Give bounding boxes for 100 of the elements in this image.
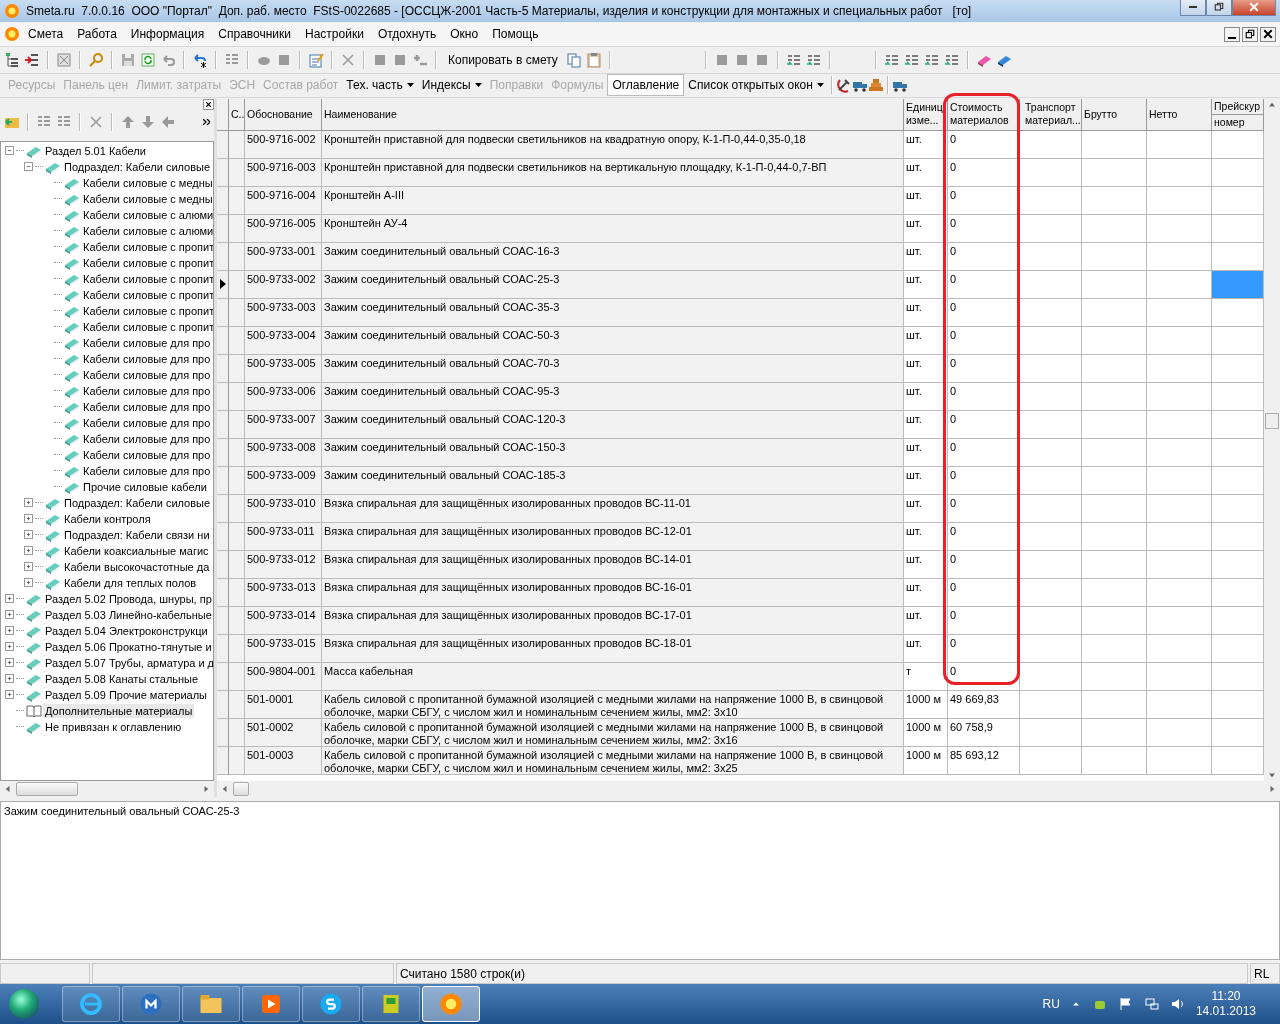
tree-item[interactable]: Раздел 5.04 Электроконструкци (43, 623, 210, 638)
tree-icon[interactable] (4, 51, 20, 68)
row-indicator-cell[interactable] (217, 242, 229, 271)
expand-toggle[interactable] (5, 626, 14, 636)
column-header[interactable]: Брутто (1082, 98, 1147, 131)
row-indicator-cell[interactable] (217, 186, 229, 215)
clock[interactable]: 11:20 14.01.2013 (1195, 989, 1256, 1020)
column-header[interactable]: Единиц изме... (904, 98, 948, 131)
save-icon[interactable] (120, 51, 136, 68)
column-header[interactable]: Нетто (1147, 98, 1212, 131)
close-button[interactable] (1260, 26, 1276, 42)
restore-button[interactable] (1206, 0, 1232, 16)
row-indicator-cell[interactable] (217, 522, 229, 551)
tree-item[interactable]: Кабели силовые для про (81, 399, 213, 414)
expand-toggle[interactable] (24, 546, 33, 556)
tree-item[interactable]: Кабели для теплых полов (62, 575, 199, 590)
taskbar-button[interactable] (422, 986, 480, 1023)
tree-item[interactable]: Кабели силовые с медны (81, 175, 213, 190)
up-arrow-icon[interactable] (120, 113, 136, 130)
tree-item[interactable]: Кабели силовые для про (81, 415, 213, 430)
taskbar-button[interactable] (62, 986, 120, 1023)
tree-item[interactable]: Кабели коаксиальные магис (62, 543, 211, 558)
app-logo-icon[interactable] (4, 26, 20, 43)
expand-toggle[interactable] (24, 530, 33, 540)
collapse-toggle[interactable] (24, 162, 33, 172)
menu-item[interactable]: Отдохнуть (371, 25, 443, 44)
menu-item[interactable]: Работа (71, 25, 123, 44)
network-icon[interactable] (1143, 996, 1160, 1013)
row-indicator-cell[interactable] (217, 718, 229, 747)
copy-icon[interactable] (565, 51, 582, 68)
delete-icon[interactable] (88, 113, 104, 130)
row-indicator-cell[interactable] (217, 326, 229, 355)
column-header[interactable]: Стоимость материалов (948, 98, 1020, 131)
tree-item[interactable]: Кабели силовые для про (81, 383, 213, 398)
minimize-button[interactable] (1180, 0, 1206, 16)
row-indicator-cell[interactable] (217, 298, 229, 327)
expand-toggle[interactable] (24, 562, 33, 572)
expand-toggle[interactable] (24, 514, 33, 524)
copy-to-estimate-button[interactable]: Копировать в смету (444, 50, 562, 69)
tree-item[interactable]: Дополнительные материалы (43, 703, 195, 718)
menu-item[interactable]: Информация (124, 25, 211, 44)
flag-icon[interactable] (1117, 996, 1134, 1013)
tree-item[interactable]: Кабели силовые для про (81, 463, 213, 478)
down-arrow-icon[interactable] (140, 113, 156, 130)
expand-toggle[interactable] (5, 594, 14, 604)
toolbar-tab[interactable]: Тех. часть (342, 75, 418, 96)
expand-toggle[interactable] (24, 578, 33, 588)
tree-item[interactable]: Кабели силовые для про (81, 367, 213, 382)
taskbar-button[interactable] (302, 986, 360, 1023)
tree-item[interactable]: Прочие силовые кабели (81, 479, 209, 494)
tree-item[interactable]: Раздел 5.06 Прокатно-тянутые и (43, 639, 213, 654)
tree-item[interactable]: Кабели силовые с медны (81, 191, 213, 206)
column-header[interactable]: Обоснование (245, 98, 322, 131)
expand-toggle[interactable] (5, 658, 14, 668)
taskbar-button[interactable] (122, 986, 180, 1023)
taskbar-button[interactable] (362, 986, 420, 1023)
menu-item[interactable]: Справочники (212, 25, 298, 44)
tree-item[interactable]: Не привязан к оглавлению (43, 719, 184, 734)
column-header[interactable]: Наименование (322, 98, 904, 131)
toolbar-tab[interactable]: Оглавление (607, 74, 685, 97)
row-indicator-cell[interactable] (217, 550, 229, 579)
row-indicator-cell[interactable] (217, 354, 229, 383)
toolbar-tab[interactable]: Индексы (417, 75, 486, 96)
row-indicator-cell[interactable] (217, 634, 229, 663)
menu-item[interactable]: Окно (444, 25, 485, 44)
expand-toggle[interactable] (5, 642, 14, 652)
menu-item[interactable]: Смета (22, 25, 70, 44)
tree-item[interactable]: Подраздел: Кабели силовые (62, 495, 213, 510)
row-indicator-cell[interactable] (217, 130, 229, 159)
scroll-thumb[interactable] (233, 781, 249, 796)
undo-icon[interactable] (192, 51, 208, 68)
row-indicator-cell[interactable] (217, 158, 229, 187)
tree-item[interactable]: Раздел 5.02 Провода, шнуры, пр (43, 591, 213, 606)
row-indicator-cell[interactable] (217, 270, 229, 299)
tree-item[interactable]: Раздел 5.03 Линейно-кабельные (43, 607, 213, 622)
search-icon[interactable] (88, 51, 104, 68)
scroll-thumb[interactable] (1265, 412, 1279, 429)
grid-icon[interactable] (56, 51, 72, 68)
expand-toggle[interactable] (5, 674, 14, 684)
clipboard-icon[interactable] (585, 51, 602, 68)
row-indicator-cell[interactable] (217, 662, 229, 691)
tree-item[interactable]: Раздел 5.08 Канаты стальные (43, 671, 201, 686)
language-indicator[interactable]: RU (1042, 997, 1060, 1012)
tree-item[interactable]: Подраздел: Кабели связи ни (62, 527, 212, 542)
column-header[interactable]: Транспорт материал... (1020, 98, 1082, 131)
toolbar-tab[interactable]: Список открытых окон (684, 75, 828, 96)
taskbar-button[interactable] (182, 986, 240, 1023)
tree-item[interactable]: Кабели высокочастотные да (62, 559, 212, 574)
minimize-button[interactable] (1224, 26, 1240, 42)
taskbar-button[interactable] (242, 986, 300, 1023)
expand-toggle[interactable] (24, 498, 33, 508)
tree-item[interactable]: Кабели силовые для про (81, 431, 213, 446)
more-button[interactable] (203, 118, 210, 125)
tree-item[interactable]: Раздел 5.07 Трубы, арматура и д (43, 655, 213, 670)
row-indicator-cell[interactable] (217, 382, 229, 411)
tree-item[interactable]: Кабели силовые для про (81, 447, 213, 462)
row-indicator-cell[interactable] (217, 466, 229, 495)
scroll-thumb[interactable] (16, 781, 78, 796)
row-indicator-cell[interactable] (217, 690, 229, 719)
tree-item[interactable]: Кабели силовые с алюми (81, 207, 213, 222)
